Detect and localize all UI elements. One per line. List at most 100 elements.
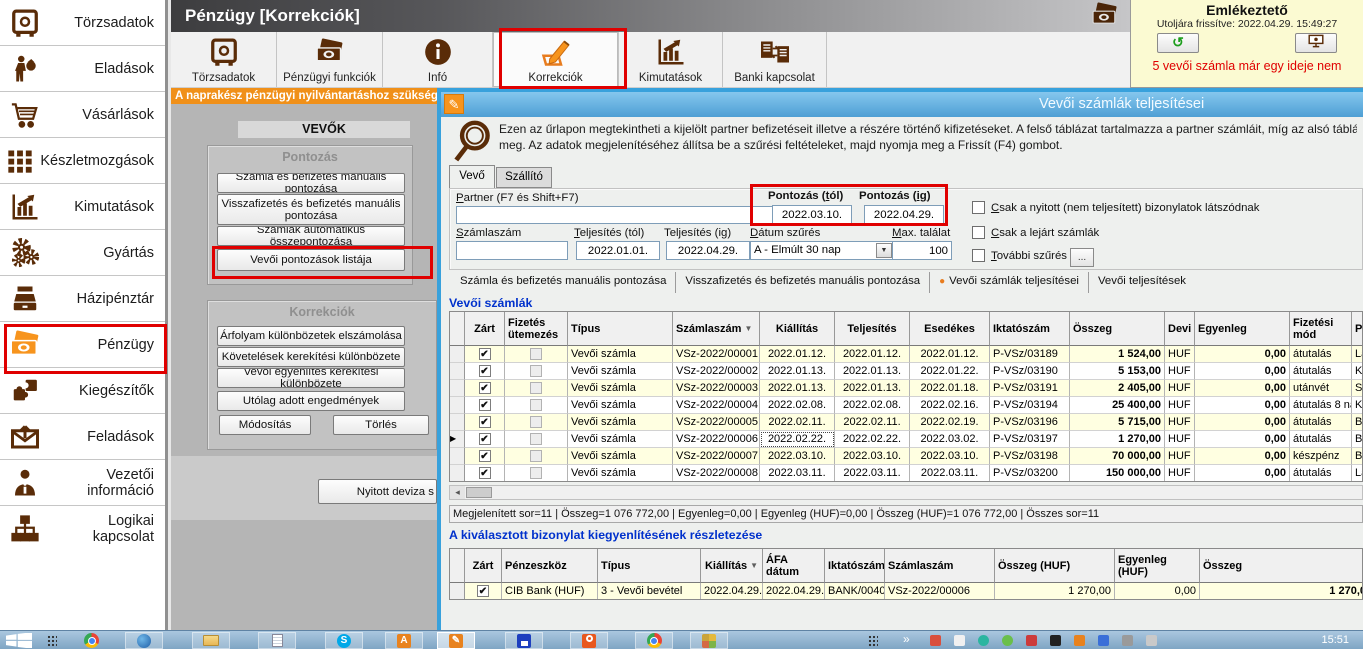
- table-cell[interactable]: ✔: [465, 380, 505, 397]
- table-cell[interactable]: HUF: [1165, 431, 1195, 448]
- notepad-taskbar-button[interactable]: [258, 632, 296, 649]
- table-cell[interactable]: utánvét: [1290, 380, 1352, 397]
- table-cell[interactable]: ✔: [465, 363, 505, 380]
- column-header[interactable]: Egyenleg: [1195, 312, 1290, 346]
- table-cell[interactable]: VSz-2022/00006: [885, 583, 995, 600]
- table-cell[interactable]: 2022.01.12.: [910, 346, 990, 363]
- table-cell[interactable]: [505, 465, 568, 482]
- row-selector-cell[interactable]: [450, 465, 465, 482]
- sidebar-item-feladasok[interactable]: Feladások: [0, 414, 165, 460]
- table-cell[interactable]: ✔: [465, 465, 505, 482]
- pontozas-tol-input[interactable]: [772, 205, 852, 224]
- column-header[interactable]: [450, 549, 465, 583]
- row-selector-cell[interactable]: [450, 346, 465, 363]
- tab-vevo[interactable]: Vevő: [449, 165, 495, 188]
- table-cell[interactable]: 2022.01.18.: [910, 380, 990, 397]
- scroll-left-arrow[interactable]: ◂: [450, 486, 465, 499]
- table-cell[interactable]: 2022.03.11.: [910, 465, 990, 482]
- pontozas-ig-input[interactable]: [864, 205, 944, 224]
- table-cell[interactable]: 5 715,00: [1070, 414, 1165, 431]
- table-cell[interactable]: HUF: [1165, 346, 1195, 363]
- table-row[interactable]: ✔CIB Bank (HUF)3 - Vevői bevétel2022.04.…: [450, 583, 1362, 600]
- window-title-bar[interactable]: ✎ Vevői számlák teljesítései: [441, 92, 1363, 117]
- table-cell[interactable]: 0,00: [1195, 465, 1290, 482]
- table-cell[interactable]: [505, 448, 568, 465]
- table-cell[interactable]: 1 270,00: [995, 583, 1115, 600]
- table-cell[interactable]: CIB Bank (HUF): [502, 583, 598, 600]
- table-cell[interactable]: Szaj: [1352, 380, 1363, 397]
- sidebar-item-kimutatasok[interactable]: Kimutatások: [0, 184, 165, 230]
- table-cell[interactable]: [505, 346, 568, 363]
- sidebar-item-torzsadatok[interactable]: Törzsadatok: [0, 0, 165, 46]
- table-cell[interactable]: készpénz: [1290, 448, 1352, 465]
- table-cell[interactable]: 2022.03.10.: [760, 448, 835, 465]
- button-vevoi-egyenlites-kerekites[interactable]: Vevői egyenlítés kerekítési különbözete: [217, 368, 405, 388]
- table-cell[interactable]: [505, 363, 568, 380]
- table-cell[interactable]: 0,00: [1195, 414, 1290, 431]
- tray-expand-chevron[interactable]: »: [903, 632, 910, 646]
- button-arfolyam-kulonbozetek[interactable]: Árfolyam különbözetek elszámolása: [217, 326, 405, 346]
- button-utolag-adott-engedmenyek[interactable]: Utólag adott engedmények: [217, 391, 405, 411]
- szamlaszam-input[interactable]: [456, 241, 568, 260]
- table-cell[interactable]: [505, 414, 568, 431]
- button-nyitott-deviza[interactable]: Nyitott deviza s: [318, 479, 437, 504]
- tray-icon[interactable]: [930, 635, 941, 646]
- row-selector-cell[interactable]: [450, 583, 465, 600]
- table-cell[interactable]: 0,00: [1195, 431, 1290, 448]
- teljesites-ig-input[interactable]: [666, 241, 750, 260]
- column-header[interactable]: Típus: [568, 312, 673, 346]
- checkbox[interactable]: [530, 365, 542, 377]
- sidebar-item-vasarlasok[interactable]: Vásárlások: [0, 92, 165, 138]
- subtab-szamla-befizetes[interactable]: Számla és befizetés manuális pontozása: [451, 272, 676, 293]
- table-row[interactable]: ✔Vevői számlaVSz-2022/000042022.02.08.20…: [450, 397, 1362, 414]
- table-cell[interactable]: ✔: [465, 414, 505, 431]
- checkbox[interactable]: [530, 450, 542, 462]
- column-header[interactable]: Zárt: [465, 312, 505, 346]
- table-cell[interactable]: [505, 380, 568, 397]
- column-header[interactable]: [450, 312, 465, 346]
- table-cell[interactable]: 2022.02.19.: [910, 414, 990, 431]
- table-cell[interactable]: átutalás 8 nap: [1290, 397, 1352, 414]
- table-cell[interactable]: 0,00: [1195, 397, 1290, 414]
- table-cell[interactable]: 2022.01.22.: [910, 363, 990, 380]
- toolbar-button-torzsadatok[interactable]: Törzsadatok: [171, 32, 277, 87]
- table-cell[interactable]: átutalás: [1290, 431, 1352, 448]
- button-kovetelesek-kerekites[interactable]: Követelések kerekítési különbözete: [217, 347, 405, 367]
- checkbox[interactable]: ✔: [479, 365, 491, 377]
- table-cell[interactable]: BANK/00402: [825, 583, 885, 600]
- table-cell[interactable]: 0,00: [1195, 448, 1290, 465]
- checkbox[interactable]: [530, 467, 542, 479]
- table-cell[interactable]: Lau: [1352, 465, 1363, 482]
- button-vevoi-pontozasok-listaja[interactable]: Vevői pontozások listája: [217, 249, 405, 271]
- table-cell[interactable]: 2022.03.02.: [910, 431, 990, 448]
- table-cell[interactable]: HUF: [1165, 363, 1195, 380]
- table-cell[interactable]: Vevői számla: [568, 380, 673, 397]
- column-header[interactable]: Teljesítés: [835, 312, 910, 346]
- column-header[interactable]: Összeg: [1070, 312, 1165, 346]
- table-cell[interactable]: 0,00: [1195, 363, 1290, 380]
- tray-icon[interactable]: [1074, 635, 1085, 646]
- table-cell[interactable]: Bart: [1352, 448, 1363, 465]
- table-cell[interactable]: 5 153,00: [1070, 363, 1165, 380]
- row-selector-cell[interactable]: [450, 448, 465, 465]
- column-header[interactable]: ÁFA dátum: [763, 549, 825, 583]
- table-cell[interactable]: ✔: [465, 448, 505, 465]
- table-cell[interactable]: ✔: [465, 583, 502, 600]
- table-cell[interactable]: HUF: [1165, 397, 1195, 414]
- table-cell[interactable]: HUF: [1165, 380, 1195, 397]
- table-cell[interactable]: 2022.02.11.: [835, 414, 910, 431]
- sidebar-item-eladasok[interactable]: Eladások: [0, 46, 165, 92]
- table-cell[interactable]: ✔: [465, 431, 505, 448]
- table-cell[interactable]: 2022.04.29.: [763, 583, 825, 600]
- tray-icon[interactable]: [1098, 635, 1109, 646]
- table-cell[interactable]: 2022.01.12.: [760, 346, 835, 363]
- table-cell[interactable]: 2 405,00: [1070, 380, 1165, 397]
- table-cell[interactable]: 0,00: [1115, 583, 1200, 600]
- table-cell[interactable]: 2022.03.11.: [760, 465, 835, 482]
- refresh-button[interactable]: ↺: [1157, 33, 1199, 53]
- row-selector-cell[interactable]: [450, 380, 465, 397]
- table-cell[interactable]: ✔: [465, 346, 505, 363]
- tray-icon[interactable]: [1026, 635, 1037, 646]
- sidebar-item-hazipenztar[interactable]: Házipénztár: [0, 276, 165, 322]
- button-szamla-befizetes-pontozas[interactable]: Számla és befizetés manuális pontozása: [217, 173, 405, 193]
